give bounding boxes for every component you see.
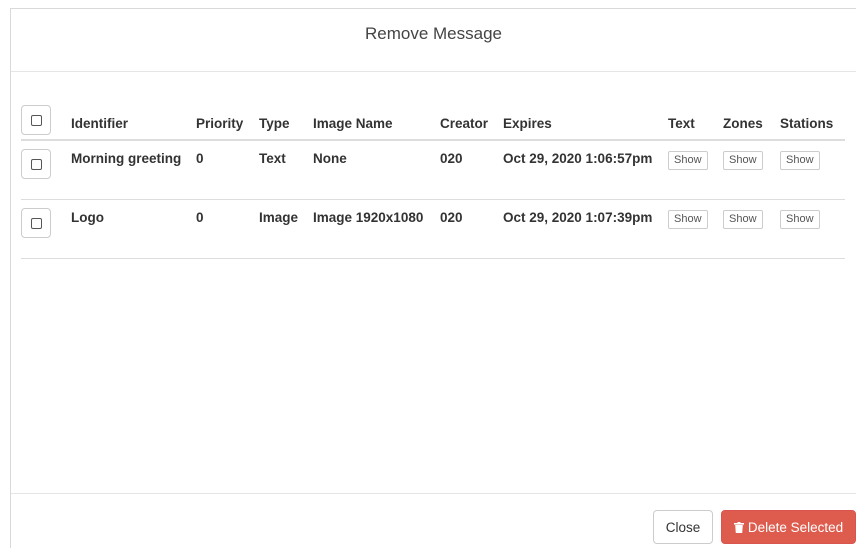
dialog-footer: Close Delete Selected [11,493,856,550]
cell-stations: Show [780,140,845,200]
cell-creator: 020 [440,140,503,200]
table-header-row: Identifier Priority Type Image Name Crea… [21,71,845,141]
row-select-cell [21,199,71,259]
cell-text: Show [668,140,723,200]
header-text[interactable]: Text [668,71,723,141]
trash-icon [733,521,744,533]
cell-identifier: Logo [71,199,196,259]
header-zones[interactable]: Zones [723,71,780,141]
cell-text: Show [668,199,723,259]
cell-priority: 0 [196,140,259,200]
close-button[interactable]: Close [653,510,713,544]
show-stations-button[interactable]: Show [780,151,820,170]
delete-selected-button[interactable]: Delete Selected [721,510,856,544]
messages-table: Identifier Priority Type Image Name Crea… [21,71,845,259]
header-type[interactable]: Type [259,71,313,141]
table-row: Logo 0 Image Image 1920x1080 020 Oct 29,… [21,199,845,259]
show-zones-button[interactable]: Show [723,151,763,170]
cell-expires: Oct 29, 2020 1:07:39pm [503,199,668,259]
cell-priority: 0 [196,199,259,259]
row-select-cell [21,140,71,200]
cell-zones: Show [723,199,780,259]
messages-table-container: Identifier Priority Type Image Name Crea… [11,71,856,259]
dialog-header: Remove Message [11,9,856,72]
delete-selected-label: Delete Selected [747,519,844,535]
row-checkbox[interactable] [21,149,51,179]
cell-identifier: Morning greeting [71,140,196,200]
cell-type: Text [259,140,313,200]
header-image-name[interactable]: Image Name [313,71,440,141]
show-stations-button[interactable]: Show [780,210,820,229]
remove-message-dialog: Remove Message Identifier Priority Type … [10,8,856,548]
header-stations[interactable]: Stations [780,71,845,141]
header-creator[interactable]: Creator [440,71,503,141]
checkbox-square-icon [30,217,42,229]
cell-stations: Show [780,199,845,259]
table-row: Morning greeting 0 Text None 020 Oct 29,… [21,140,845,200]
row-checkbox[interactable] [21,208,51,238]
dialog-title: Remove Message [364,24,502,43]
cell-image-name: Image 1920x1080 [313,199,440,259]
select-all-checkbox[interactable] [21,105,51,135]
cell-type: Image [259,199,313,259]
cell-image-name: None [313,140,440,200]
header-identifier[interactable]: Identifier [71,71,196,141]
cell-expires: Oct 29, 2020 1:06:57pm [503,140,668,200]
show-text-button[interactable]: Show [668,210,708,229]
show-text-button[interactable]: Show [668,151,708,170]
cell-creator: 020 [440,199,503,259]
header-select-cell [21,71,71,141]
checkbox-square-icon [30,114,42,126]
header-expires[interactable]: Expires [503,71,668,141]
cell-zones: Show [723,140,780,200]
checkbox-square-icon [30,158,42,170]
show-zones-button[interactable]: Show [723,210,763,229]
header-priority[interactable]: Priority [196,71,259,141]
